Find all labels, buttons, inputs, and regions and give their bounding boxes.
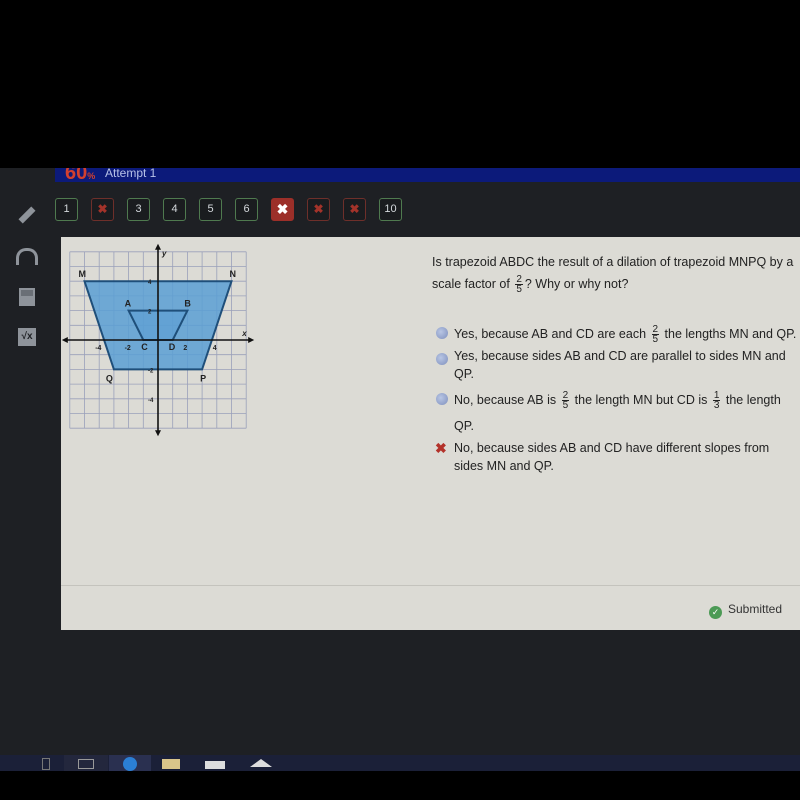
score: 60% [65,168,96,182]
y-tick-label: -2 [148,368,154,374]
task-view-icon[interactable] [40,755,52,771]
question-button-9[interactable]: ✖ [343,198,366,221]
pencil-icon[interactable] [14,204,40,228]
question-button-4[interactable]: 4 [163,198,186,221]
vertex-label-m: M [79,269,87,279]
answer-option-4[interactable]: ✖ No, because sides AB and CD have diffe… [432,439,800,475]
answer-options: Yes, because AB and CD are each 25 the l… [432,321,800,479]
headphones-icon[interactable] [14,246,40,270]
fraction: 25 [651,324,660,346]
y-axis-arrow [155,430,161,437]
radio-button[interactable] [436,393,448,405]
coordinate-graph: xy-4 -2 2 442-2-4M NPQA BDC [61,243,255,437]
vertex-label-d: D [169,342,176,352]
score-header: 60% Attempt 1 [55,168,800,182]
vertex-label-q: Q [106,373,113,383]
option-text: Yes, because sides AB and CD are paralle… [454,349,786,381]
check-icon: ✓ [708,606,722,619]
x-tick-label: -4 [95,345,101,352]
taskbar [0,755,800,771]
x-tick-label: 2 [183,345,187,352]
fraction: 13 [712,390,721,412]
calculator-icon[interactable] [14,286,40,310]
y-tick-label: -4 [148,398,154,404]
y-axis-label: y [161,249,167,258]
attempt-label: Attempt 1 [105,168,157,180]
question-button-7[interactable]: ✖ [271,198,294,221]
question-text-part: ? Why or why not? [524,277,629,291]
x-axis-arrow [61,337,68,343]
question-text: Is trapezoid ABDC the result of a dilati… [432,251,800,295]
edge-browser-icon[interactable] [109,755,151,771]
option-text: No, because AB is [454,393,560,407]
question-button-3[interactable]: 3 [127,198,150,221]
divider [61,585,800,586]
fraction: 25 [561,390,570,412]
file-explorer-icon[interactable] [162,755,182,771]
vertex-label-a: A [125,299,132,309]
answer-option-2[interactable]: Yes, because sides AB and CD are paralle… [432,347,800,383]
incorrect-icon: ✖ [435,440,447,456]
option-text: the length MN but CD is [571,393,711,407]
radio-button[interactable] [436,353,448,365]
x-axis-label: x [241,329,247,338]
option-text: Yes, because AB and CD are each [454,327,650,341]
question-panel: x y -4 -2 2 4 4 2 -2 -4 M N P Q A B D C Is trapezoid ABDC… [61,237,800,630]
vertex-label-p: P [200,373,206,383]
vertex-label-n: N [230,269,237,279]
store-icon[interactable] [205,755,227,771]
x-tick-label: 4 [213,345,217,352]
x-tick-label: -2 [125,345,131,352]
question-button-2[interactable]: ✖ [91,198,114,221]
fraction: 25 [515,274,523,296]
question-button-10[interactable]: 10 [379,198,402,221]
answer-option-1[interactable]: Yes, because AB and CD are each 25 the l… [432,321,800,347]
radio-button[interactable] [436,327,448,339]
option-text: the lengths MN and QP. [661,327,797,341]
vertex-label-b: B [184,299,191,309]
multitask-icon[interactable] [64,755,108,771]
answer-option-3[interactable]: No, because AB is 25 the length MN but C… [432,387,800,439]
y-axis-arrow [155,243,161,250]
vertex-label-c: C [141,342,148,352]
x-axis-arrow [248,337,255,343]
question-button-5[interactable]: 5 [199,198,222,221]
formula-sheet-icon[interactable]: √x [14,326,40,350]
question-button-6[interactable]: 6 [235,198,258,221]
question-button-1[interactable]: 1 [55,198,78,221]
option-text: No, because sides AB and CD have differe… [454,441,770,473]
submitted-status: ✓ Submitted [708,602,782,619]
app-icon[interactable] [250,755,272,771]
question-button-8[interactable]: ✖ [307,198,330,221]
